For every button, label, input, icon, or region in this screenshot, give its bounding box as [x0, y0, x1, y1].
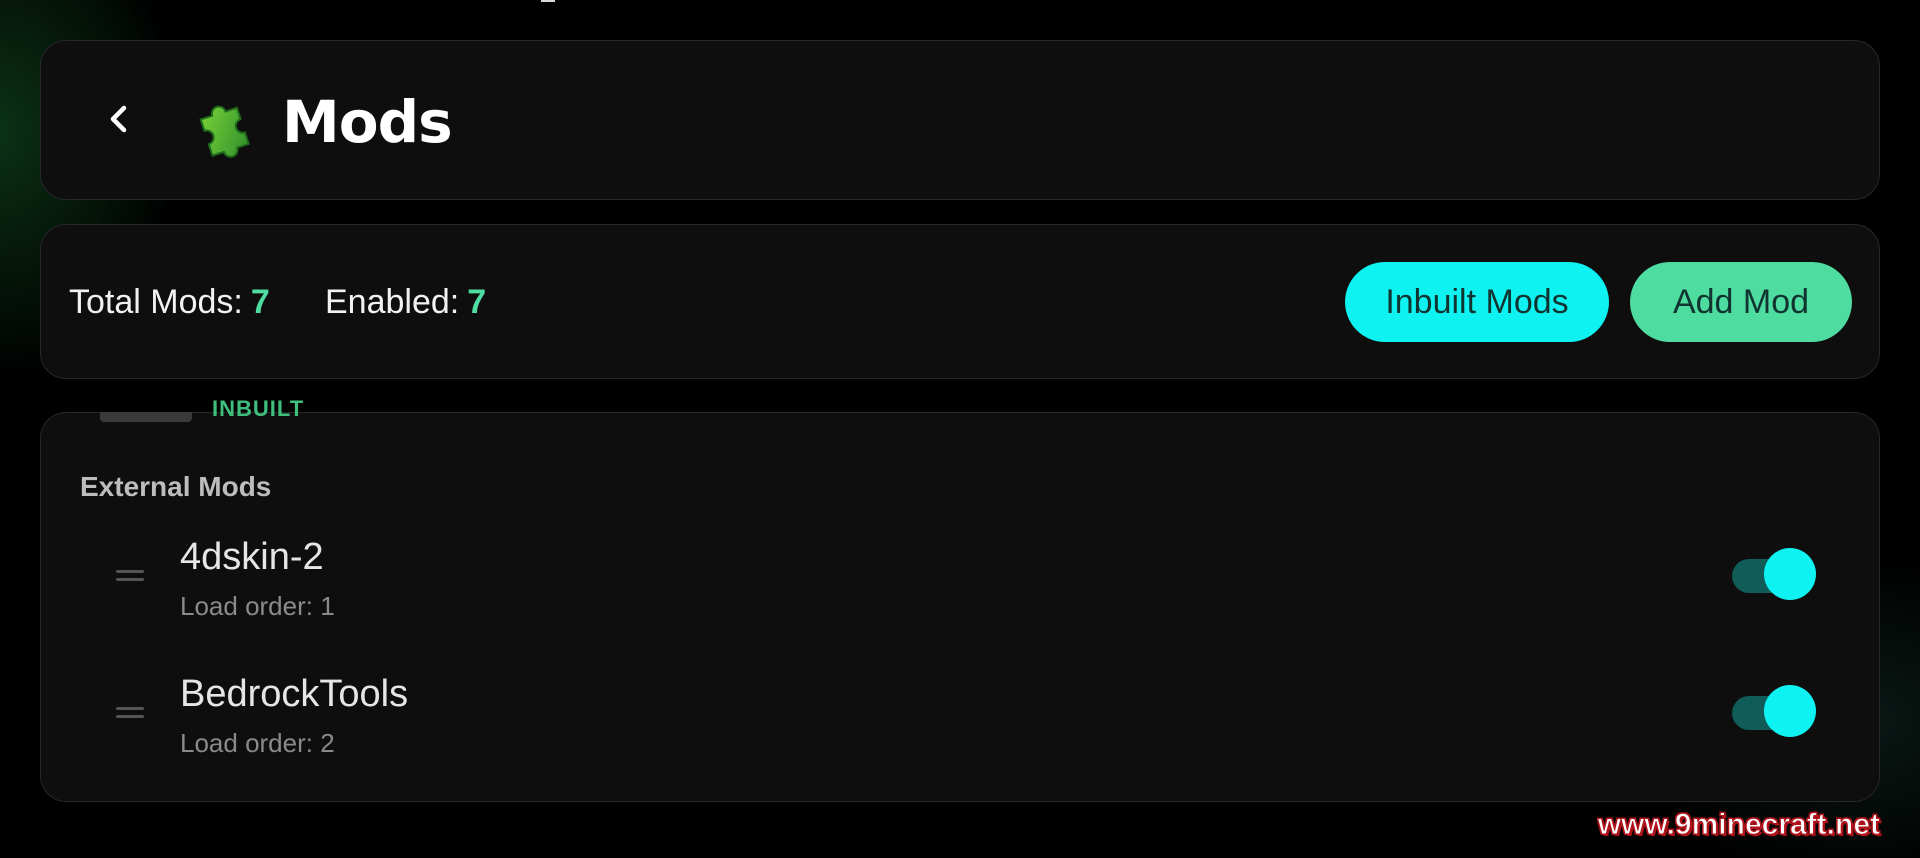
drag-handle-icon[interactable]: [116, 707, 144, 721]
add-mod-button[interactable]: Add Mod: [1630, 262, 1852, 342]
watermark-text: www.9minecraft.net: [1597, 808, 1880, 842]
mod-enabled-toggle[interactable]: [1732, 548, 1816, 600]
mods-screen: Mods Total Mods: 7 Enabled: 7 Inbuilt Mods…: [0, 0, 1920, 858]
toggle-knob: [1764, 685, 1816, 737]
total-mods-stat: Total Mods: 7: [69, 282, 270, 322]
mod-enabled-toggle[interactable]: [1732, 685, 1816, 737]
mod-list-item: 4dskin-2 Load order: 1: [100, 530, 1840, 640]
mod-list-item: BedrockTools Load order: 2: [100, 667, 1840, 777]
mod-name: BedrockTools: [180, 673, 409, 715]
section-heading-external: External Mods: [80, 471, 272, 502]
toggle-knob: [1764, 548, 1816, 600]
total-mods-label: Total Mods:: [69, 283, 243, 321]
mod-load-order: Load order: 1: [180, 591, 335, 621]
page-title: Mods: [282, 88, 453, 156]
total-mods-count: 7: [250, 283, 270, 321]
mod-name: 4dskin-2: [180, 536, 324, 578]
previous-mod-tag: INBUILT: [212, 398, 305, 420]
chevron-left-icon: [110, 105, 127, 133]
enabled-mods-count: 7: [467, 283, 487, 321]
previous-mod-icon: [100, 412, 192, 422]
enabled-mods-stat: Enabled: 7: [325, 282, 486, 322]
mod-load-order: Load order: 2: [180, 728, 335, 758]
back-button[interactable]: [90, 90, 148, 148]
inbuilt-mods-button[interactable]: Inbuilt Mods: [1345, 262, 1609, 342]
drag-handle-icon[interactable]: [116, 570, 144, 584]
puzzle-piece-icon: [199, 105, 250, 158]
enabled-mods-label: Enabled:: [325, 283, 460, 321]
status-indicator: [541, 0, 555, 2]
